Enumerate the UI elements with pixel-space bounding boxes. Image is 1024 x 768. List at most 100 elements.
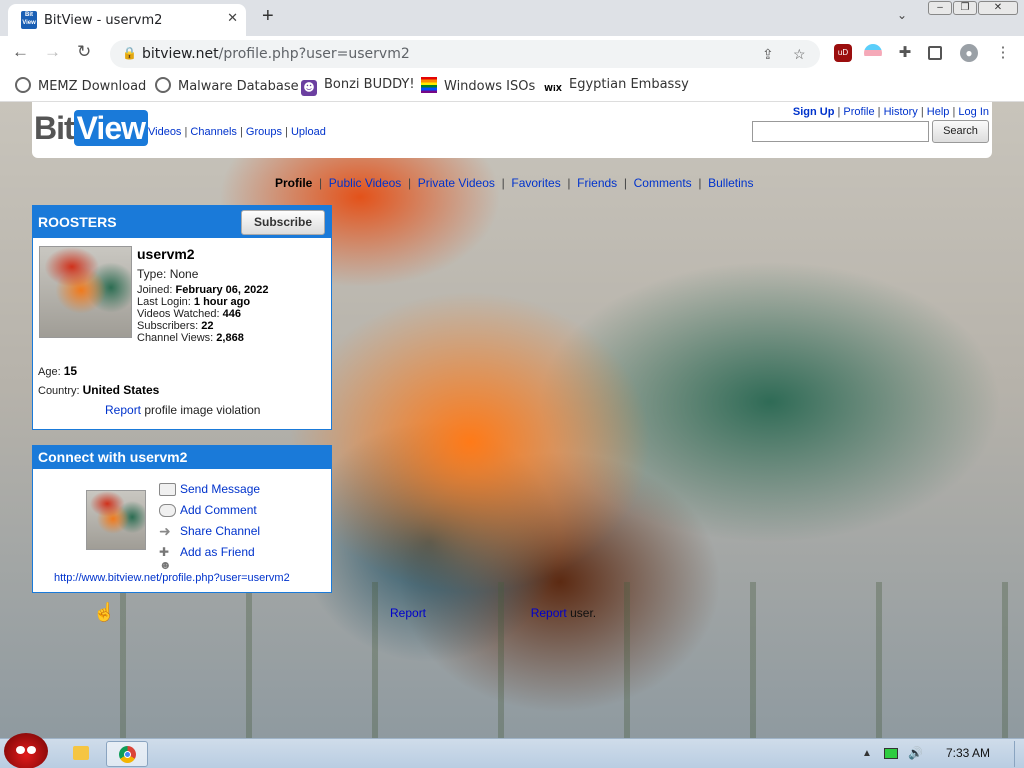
add-comment-link[interactable]: Add Comment (180, 503, 257, 517)
restore-icon[interactable]: ❐ (953, 1, 977, 15)
help-link[interactable]: Help (927, 106, 950, 118)
wix-icon: WiX (544, 84, 562, 93)
forward-icon[interactable]: → (44, 42, 61, 62)
bookmark-item[interactable]: MEMZ Download (15, 77, 146, 94)
nav-groups[interactable]: Groups (246, 126, 282, 138)
bitview-logo[interactable]: BitView (34, 110, 148, 147)
ublock-icon[interactable]: uD (834, 44, 852, 62)
browser-toolbar: ← → ↻ 🔒 bitview.net/profile.php?user=use… (0, 36, 1024, 70)
tab-strip: Bit View BitView - uservm2 ✕ + ⌄ – ❐ ✕ (0, 0, 1024, 36)
nav-upload[interactable]: Upload (291, 126, 326, 138)
windows-icon (421, 77, 437, 93)
profile-country: Country: United States (38, 383, 160, 397)
taskbar: ▲ 🔊 7:33 AM (0, 733, 1024, 768)
tab-public-videos[interactable]: Public Videos (329, 176, 402, 190)
bonzi-icon: ☻ (301, 80, 317, 96)
account-links: Sign Up | Profile | History | Help | Log… (792, 106, 989, 118)
profile-type: Type: None (137, 267, 199, 281)
profile-subscribers: Subscribers: 22 (137, 320, 214, 332)
comment-icon (159, 504, 176, 517)
taskbar-clock[interactable]: 7:33 AM (946, 746, 990, 760)
profile-link[interactable]: Profile (843, 106, 874, 118)
log-in-link[interactable]: Log In (958, 106, 989, 118)
bitview-favicon-icon: Bit View (21, 11, 37, 29)
file-explorer-icon[interactable] (60, 741, 102, 767)
new-tab-icon[interactable]: + (262, 5, 274, 28)
report-link[interactable]: Report (105, 403, 141, 417)
nav-channels[interactable]: Channels (190, 126, 236, 138)
bookmark-item[interactable]: WiX Egyptian Embassy (544, 77, 689, 97)
channel-name: ROOSTERS (38, 214, 117, 230)
url-text: bitview.net/profile.php?user=uservm2 (142, 46, 410, 62)
profile-url-link[interactable]: http://www.bitview.net/profile.php?user=… (54, 572, 290, 584)
search-button[interactable]: Search (932, 120, 989, 143)
subscribe-button[interactable]: Subscribe (241, 210, 325, 235)
send-message-link[interactable]: Send Message (180, 482, 260, 496)
connect-header: Connect with uservm2 (33, 446, 331, 469)
volume-icon[interactable]: 🔊 (908, 746, 923, 760)
address-bar[interactable]: 🔒 bitview.net/profile.php?user=uservm2 ⇪… (110, 40, 820, 68)
start-button-angry-bird-icon[interactable] (4, 733, 48, 768)
hand-cursor-icon: ☝ (93, 602, 116, 622)
sign-up-link[interactable]: Sign Up (793, 106, 835, 118)
share-channel-link[interactable]: Share Channel (180, 524, 260, 538)
menu-kebab-icon[interactable]: ⋮ (994, 44, 1012, 62)
profile-last-login: Last Login: 1 hour ago (137, 296, 251, 308)
close-tab-icon[interactable]: ✕ (227, 10, 238, 26)
tab-friends[interactable]: Friends (577, 176, 617, 190)
report-footer-link-2[interactable]: Report (531, 606, 567, 620)
side-panel-icon[interactable] (928, 46, 942, 60)
profile-avatar-icon[interactable]: ● (960, 44, 978, 62)
bookmark-item[interactable]: ☻ Bonzi BUDDY! (301, 77, 415, 96)
tab-favorites[interactable]: Favorites (511, 176, 560, 190)
report-footer-line: Report Report user. (390, 606, 597, 620)
tray-chevron-icon[interactable]: ▲ (862, 748, 872, 759)
show-desktop-button[interactable] (1014, 741, 1024, 767)
reload-icon[interactable]: ↻ (77, 42, 91, 62)
bookmarks-bar: MEMZ Download Malware Database ☻ Bonzi BU… (0, 70, 1024, 102)
share-icon[interactable]: ⇪ (762, 46, 774, 63)
close-window-icon[interactable]: ✕ (978, 1, 1018, 15)
connect-box: Connect with uservm2 Send Message Add Co… (32, 445, 332, 593)
report-footer-link-1[interactable]: Report (390, 606, 426, 620)
add-as-friend-link[interactable]: Add as Friend (180, 545, 255, 559)
tab-bulletins[interactable]: Bulletins (708, 176, 753, 190)
profile-age: Age: 15 (38, 364, 78, 378)
search-input[interactable] (752, 121, 929, 142)
profile-username: uservm2 (137, 246, 195, 262)
share-arrow-icon: ➜ (159, 523, 171, 539)
browser-tab[interactable]: Bit View BitView - uservm2 ✕ (8, 4, 246, 36)
nav-videos[interactable]: Videos (148, 126, 181, 138)
site-header: BitView Videos | Channels | Groups | Upl… (32, 102, 992, 158)
flag-extension-icon[interactable] (864, 44, 882, 62)
report-profile-image: Report profile image violation (105, 403, 261, 417)
main-nav: Videos | Channels | Groups | Upload (148, 126, 326, 138)
connect-avatar (86, 490, 146, 550)
bookmark-item[interactable]: Windows ISOs (421, 77, 535, 94)
tab-comments[interactable]: Comments (634, 176, 692, 190)
channel-info-box: ROOSTERS Subscribe uservm2 Type: None Jo… (32, 205, 332, 430)
bookmark-item[interactable]: Malware Database (155, 77, 299, 94)
history-link[interactable]: History (884, 106, 918, 118)
lock-icon: 🔒 (122, 46, 137, 60)
network-icon[interactable] (884, 748, 898, 759)
profile-channel-views: Channel Views: 2,868 (137, 332, 244, 344)
tab-profile[interactable]: Profile (275, 176, 312, 190)
profile-nav: Profile | Public Videos | Private Videos… (275, 176, 754, 190)
profile-avatar (39, 246, 132, 338)
page-background: BitView Videos | Channels | Groups | Upl… (0, 102, 1024, 738)
add-friend-icon: ✚☻ (159, 545, 172, 572)
profile-joined: Joined: February 06, 2022 (137, 284, 269, 296)
globe-icon (155, 77, 171, 93)
chrome-taskbar-icon[interactable] (106, 741, 148, 767)
tab-private-videos[interactable]: Private Videos (418, 176, 495, 190)
tab-search-chevron-icon[interactable]: ⌄ (897, 8, 907, 22)
back-icon[interactable]: ← (12, 42, 29, 62)
puzzle-extensions-icon[interactable]: ✚ (896, 44, 914, 62)
tab-title: BitView - uservm2 (44, 13, 163, 28)
minimize-icon[interactable]: – (928, 1, 952, 15)
channel-header: ROOSTERS Subscribe (33, 206, 331, 238)
envelope-icon (159, 483, 176, 496)
globe-icon (15, 77, 31, 93)
bookmark-star-icon[interactable]: ☆ (793, 46, 806, 63)
